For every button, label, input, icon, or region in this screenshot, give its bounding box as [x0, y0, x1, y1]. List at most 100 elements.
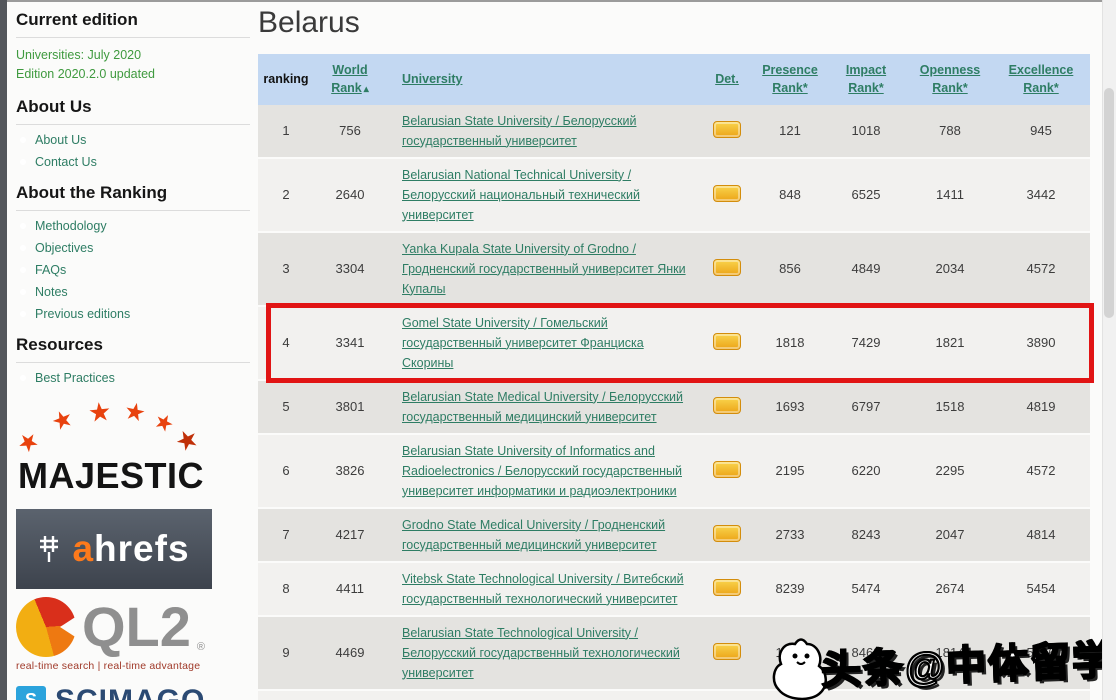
- sidebar-link[interactable]: Contact Us: [35, 155, 97, 169]
- ranking-cell: 9: [282, 645, 290, 661]
- presence-rank-cell: 2195: [775, 463, 805, 479]
- bullet-icon: [20, 244, 26, 251]
- detail-badge-icon[interactable]: [713, 578, 741, 596]
- header-excellence-rank: Excellence Rank*: [992, 54, 1090, 105]
- det-cell: [698, 508, 756, 562]
- world-rank-cell: 4217: [335, 527, 365, 543]
- scimago-logo[interactable]: S SCIMAGO: [16, 684, 250, 700]
- table-body: 1 756 Belarusian State University / Бело…: [258, 104, 1090, 700]
- table-row: 7 4217 Grodno State Medical University /…: [258, 507, 1090, 562]
- impact-rank-cell: 4849: [851, 261, 881, 277]
- university-link[interactable]: Belarusian State University of Informati…: [402, 444, 682, 498]
- majestic-logo[interactable]: ★ ★ ★ ★ ★ ★ MAJESTIC: [12, 396, 228, 497]
- bullet-icon: [20, 266, 26, 273]
- sidebar-link[interactable]: Objectives: [35, 241, 93, 255]
- excellence-rank-sort-link[interactable]: Excellence Rank*: [1009, 63, 1074, 95]
- det-header-link[interactable]: Det.: [715, 72, 739, 86]
- university-link[interactable]: Vitebsk State Technological University /…: [402, 572, 684, 606]
- university-cell: Yanka Kupala State University of Grodno …: [386, 232, 698, 306]
- university-link[interactable]: Gomel State University / Гомельский госу…: [402, 316, 644, 370]
- presence-rank-cell: 8239: [775, 581, 805, 597]
- detail-badge-icon[interactable]: [713, 258, 741, 276]
- sidebar-link-item: FAQs: [20, 263, 250, 277]
- presence-rank-sort-link[interactable]: Presence Rank*: [762, 63, 818, 95]
- ahrefs-logo[interactable]: ahrefs: [16, 508, 212, 589]
- left-window-edge: [0, 0, 7, 700]
- openness-rank-cell: 2674: [935, 581, 965, 597]
- sidebar-link[interactable]: Best Practices: [35, 371, 115, 385]
- university-cell: Belarusian State University / Белорусски…: [386, 105, 698, 158]
- detail-badge-icon[interactable]: [713, 642, 741, 660]
- table-row: 2 2640 Belarusian National Technical Uni…: [258, 157, 1090, 232]
- det-cell: [698, 306, 756, 380]
- ranking-cell: 10: [258, 690, 314, 700]
- excellence-rank-cell: 4819: [1026, 399, 1056, 415]
- impact-rank-cell: 6220: [851, 463, 881, 479]
- det-cell: [698, 616, 756, 690]
- university-cell: Belarusian National Technical University…: [386, 158, 698, 232]
- header-presence-rank: Presence Rank*: [756, 54, 824, 105]
- world-rank-sort-link[interactable]: World Rank: [331, 63, 367, 95]
- sidebar-link[interactable]: Previous editions: [35, 307, 130, 321]
- det-cell: [698, 380, 756, 434]
- university-link[interactable]: Grodno State Medical University / Гродне…: [402, 518, 665, 552]
- openness-rank-sort-link[interactable]: Openness Rank*: [920, 63, 980, 95]
- edition-note-link[interactable]: Universities: July 2020 Edition 2020.2.0…: [16, 46, 250, 85]
- university-sort-link[interactable]: University: [402, 72, 462, 86]
- ql2-registered-mark: ®: [196, 640, 206, 653]
- detail-badge-icon[interactable]: [713, 332, 741, 350]
- openness-rank-cell: 788: [939, 123, 961, 139]
- sidebar-link[interactable]: Methodology: [35, 219, 107, 233]
- detail-badge-icon[interactable]: [713, 460, 741, 478]
- excellence-rank-cell: 945: [1030, 123, 1052, 139]
- det-cell: [698, 232, 756, 306]
- scrollbar-thumb[interactable]: [1104, 88, 1114, 318]
- table-header-row: ranking World Rank ▴ University Det. Pres…: [258, 54, 1090, 105]
- world-rank-cell: 4713: [314, 690, 386, 700]
- detail-badge-icon[interactable]: [713, 524, 741, 542]
- ranking-cell: 2: [282, 187, 290, 203]
- university-link[interactable]: Belarusian State Medical University / Бе…: [402, 390, 683, 424]
- section-title-about-us: About Us: [16, 97, 250, 125]
- world-rank-cell: 4411: [336, 581, 364, 597]
- sort-asc-icon[interactable]: ▴: [364, 84, 369, 95]
- table-row: 8 4411 Vitebsk State Technological Unive…: [258, 561, 1090, 616]
- excellence-rank-cell: 3442: [1026, 187, 1056, 203]
- detail-badge-icon[interactable]: [713, 120, 741, 138]
- impact-rank-cell: 7429: [851, 335, 881, 351]
- impact-rank-cell: 1018: [851, 123, 881, 139]
- presence-rank-cell: 1818: [775, 335, 805, 351]
- world-rank-cell: 4469: [335, 645, 365, 661]
- ranking-cell: 8: [282, 581, 290, 597]
- ranking-cell: 5: [282, 399, 290, 415]
- bullet-icon: [20, 374, 26, 381]
- star-icon: ★: [121, 396, 149, 428]
- ranking-cell: 7: [282, 527, 290, 543]
- sidebar-link-item: Notes: [20, 285, 250, 299]
- university-link[interactable]: Belarusian National Technical University…: [402, 168, 640, 222]
- sidebar-link-item: Objectives: [20, 241, 250, 255]
- university-link[interactable]: Belarusian State University / Белорусски…: [402, 114, 636, 148]
- ql2-logo[interactable]: QL2 ® real-time search | real-time advan…: [16, 596, 250, 672]
- header-university: University: [386, 54, 698, 105]
- university-cell: Belarusian State University of Informati…: [386, 434, 698, 508]
- sidebar-link[interactable]: FAQs: [35, 263, 66, 277]
- excellence-rank-cell: 5454: [1026, 581, 1056, 597]
- sidebar-link[interactable]: Notes: [35, 285, 68, 299]
- sidebar-link-item: Contact Us: [20, 155, 250, 169]
- table-row: 4 3341 Gomel State University / Гомельск…: [258, 305, 1090, 380]
- excellence-rank-cell: 4572: [1026, 261, 1056, 277]
- university-cell: Grodno State Medical University / Гродне…: [386, 508, 698, 562]
- university-cell: Belarusian State Technological Universit…: [386, 616, 698, 690]
- detail-badge-icon[interactable]: [713, 184, 741, 202]
- university-link[interactable]: Belarusian State Technological Universit…: [402, 626, 680, 680]
- section-title-current-edition: Current edition: [16, 10, 250, 38]
- impact-rank-sort-link[interactable]: Impact Rank*: [846, 63, 886, 95]
- sidebar-link[interactable]: About Us: [35, 133, 86, 147]
- excellence-rank-cell: 4572: [1026, 463, 1056, 479]
- university-link[interactable]: Yanka Kupala State University of Grodno …: [402, 242, 686, 296]
- scrollbar-track[interactable]: [1102, 0, 1116, 700]
- university-cell: Belarusian State Medical University / Бе…: [386, 380, 698, 434]
- detail-badge-icon[interactable]: [713, 396, 741, 414]
- header-impact-rank: Impact Rank*: [824, 54, 908, 105]
